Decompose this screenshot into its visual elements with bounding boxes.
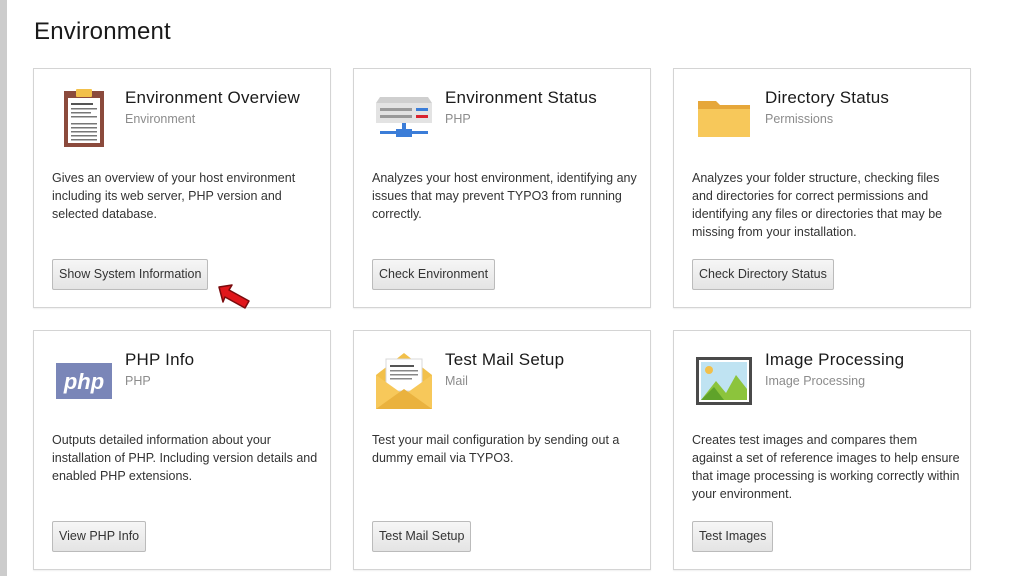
card-subtitle: PHP — [445, 112, 471, 126]
card-subtitle: Environment — [125, 112, 196, 126]
php-logo-text: php — [63, 369, 104, 394]
card-description: Test your mail configuration by sending … — [372, 433, 620, 465]
show-system-information-button[interactable]: Show System Information — [52, 259, 209, 290]
card-test-mail-setup: Test Mail Setup Mail Test your mail conf… — [353, 330, 651, 570]
card-title: PHP Info — [125, 350, 195, 369]
server-icon — [376, 97, 432, 137]
test-images-button[interactable]: Test Images — [692, 521, 774, 552]
card-subtitle: Permissions — [765, 112, 834, 126]
card-subtitle: PHP — [125, 374, 151, 388]
card-directory-status: Directory Status Permissions Analyzes yo… — [673, 68, 971, 308]
card-subtitle: Image Processing — [765, 374, 866, 388]
card-description: Analyzes your folder structure, checking… — [692, 171, 943, 239]
card-php-info: php PHP Info PHP Outputs detailed inform… — [33, 330, 331, 570]
card-title: Environment Overview — [125, 88, 301, 107]
card-description: Analyzes your host environment, identify… — [372, 171, 637, 221]
card-title: Directory Status — [765, 88, 890, 107]
php-logo-icon: php — [56, 363, 112, 399]
card-description: Creates test images and compares them ag… — [692, 433, 960, 501]
card-title: Image Processing — [765, 350, 905, 369]
view-php-info-button[interactable]: View PHP Info — [52, 521, 147, 552]
check-directory-status-button[interactable]: Check Directory Status — [692, 259, 834, 290]
folder-icon — [698, 101, 750, 137]
card-description: Gives an overview of your host environme… — [52, 171, 296, 221]
check-environment-button[interactable]: Check Environment — [372, 259, 496, 290]
landscape-image-icon — [696, 357, 752, 405]
test-mail-setup-button[interactable]: Test Mail Setup — [372, 521, 472, 552]
mail-envelope-icon — [376, 353, 432, 409]
red-arrow-cursor-icon — [218, 284, 250, 309]
card-image-processing: Image Processing Image Processing Create… — [673, 330, 971, 570]
page-title: Environment — [34, 18, 171, 45]
card-description: Outputs detailed information about your … — [52, 433, 318, 483]
left-sidebar-edge — [0, 0, 7, 576]
clipboard-icon — [64, 89, 104, 147]
card-environment-status: Environment Status PHP Analyzes your hos… — [353, 68, 651, 308]
card-environment-overview: Environment Overview Environment Gives a… — [33, 68, 331, 308]
card-title: Test Mail Setup — [445, 350, 565, 369]
card-title: Environment Status — [445, 88, 597, 107]
card-subtitle: Mail — [445, 374, 468, 388]
